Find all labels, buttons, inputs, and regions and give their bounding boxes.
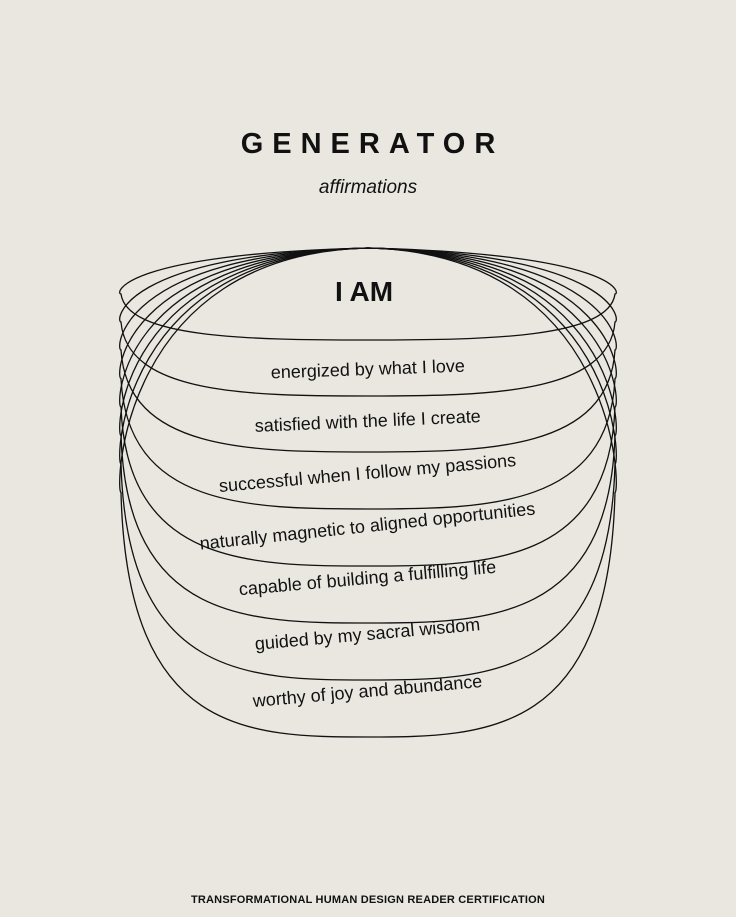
ring-line (119, 247, 617, 738)
i-am-heading: I AM (335, 276, 393, 307)
affirmation-texts: energized by what I love satisfied with t… (199, 356, 536, 711)
affirmation-text: naturally magnetic to aligned opportunit… (199, 498, 536, 553)
footer-text: TRANSFORMATIONAL HUMAN DESIGN READER CER… (190, 894, 546, 906)
affirmation-diagram: I AM energized by what I love satisfied w… (119, 247, 617, 738)
affirmation-text: satisfied with the life I create (254, 406, 481, 436)
ring-lines (119, 247, 617, 738)
affirmation-text: energized by what I love (270, 356, 465, 383)
affirmation-text: successful when I follow my passions (218, 450, 517, 496)
